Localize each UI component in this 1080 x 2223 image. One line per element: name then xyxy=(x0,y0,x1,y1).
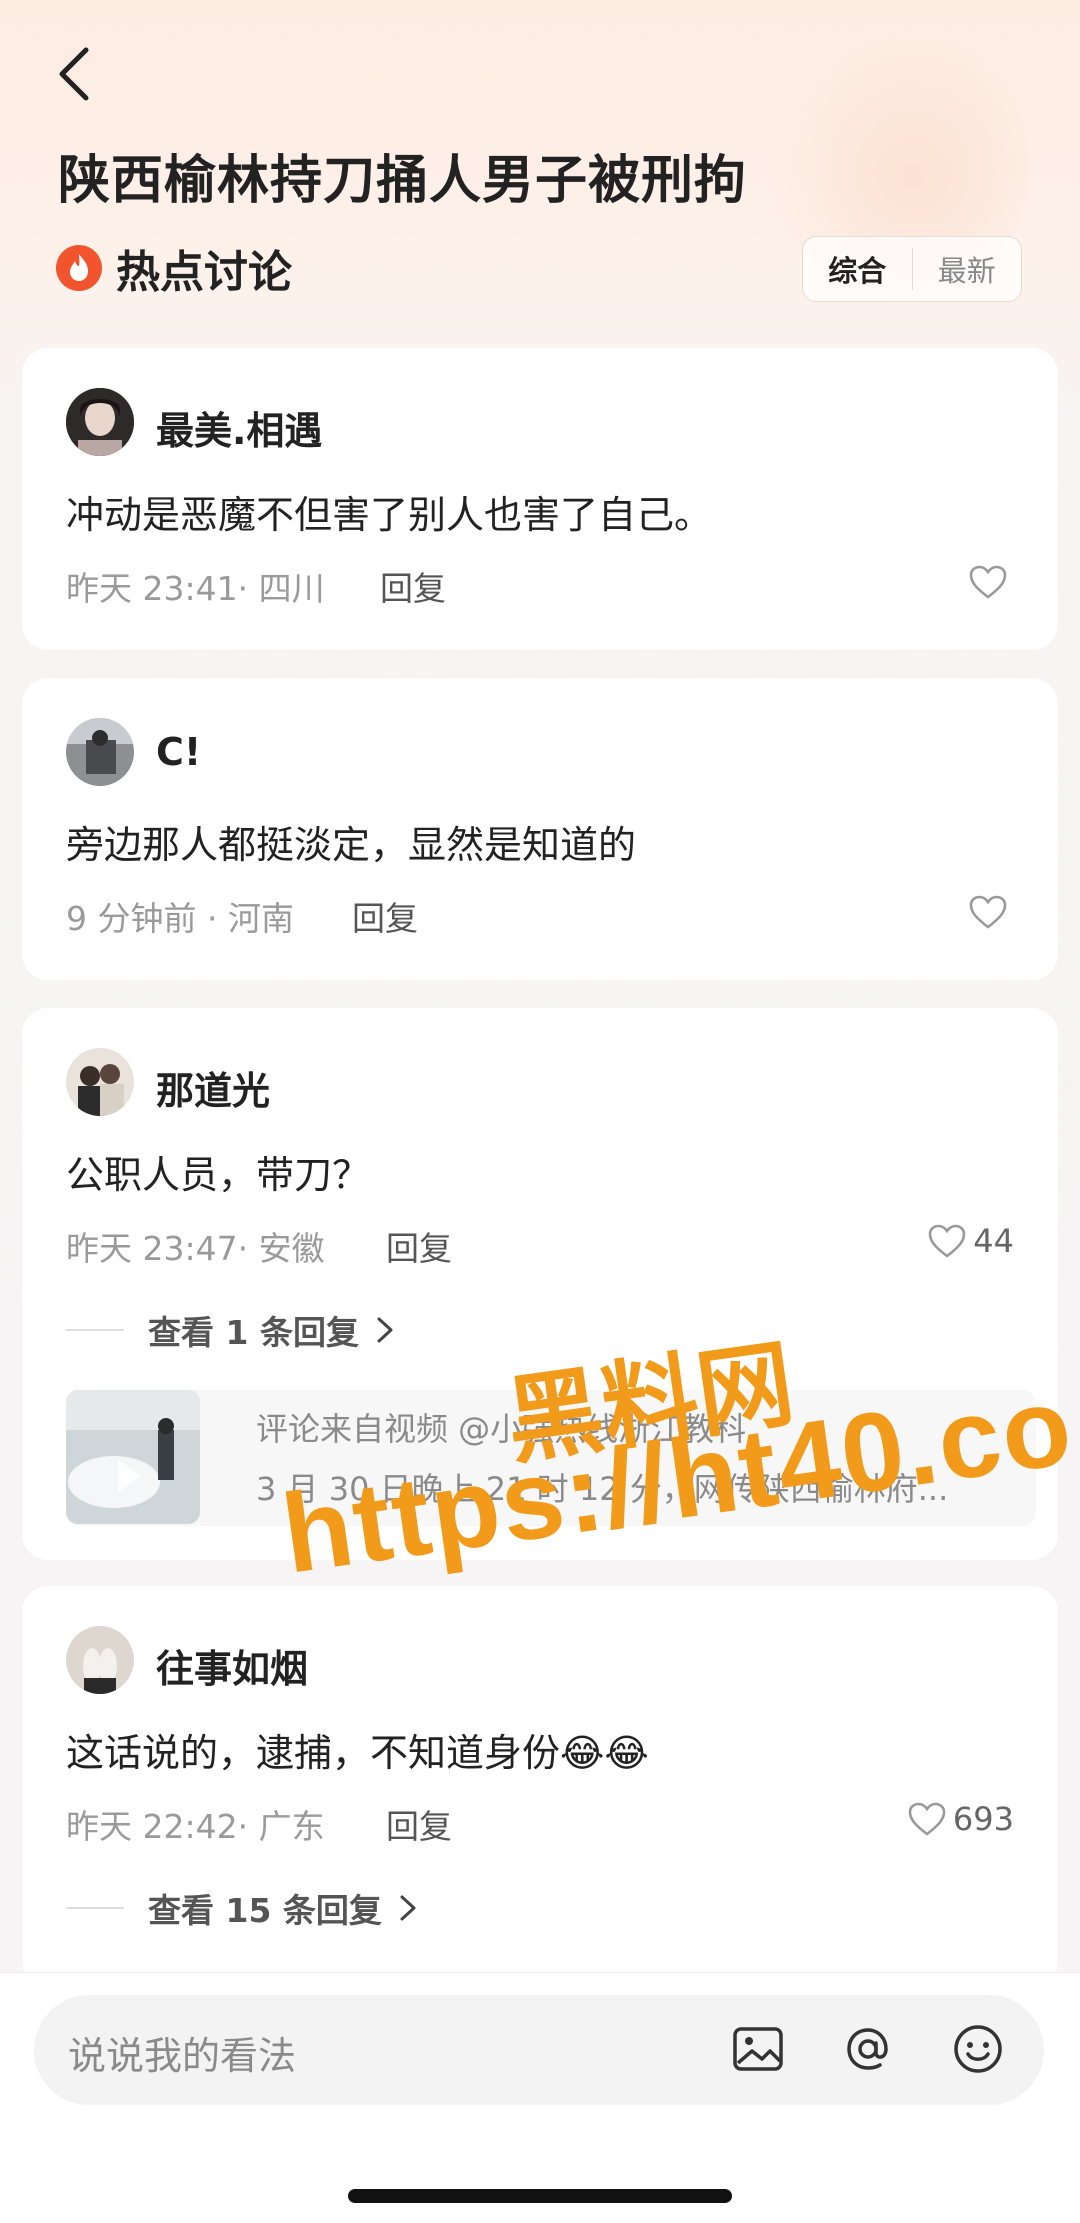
avatar[interactable] xyxy=(66,388,134,456)
home-indicator[interactable] xyxy=(348,2189,732,2203)
sort-option-comprehensive[interactable]: 综合 xyxy=(803,248,912,290)
view-replies-label: 查看 15 条回复 xyxy=(148,1891,382,1930)
view-replies-label: 查看 1 条回复 xyxy=(148,1313,359,1352)
view-replies-button[interactable]: 查看 1 条回复 xyxy=(66,1306,397,1354)
reply-button[interactable]: 回复 xyxy=(380,562,446,610)
avatar-image xyxy=(66,1048,134,1116)
reply-button[interactable]: 回复 xyxy=(352,892,418,940)
comment-meta: 昨天 23:41· 四川 xyxy=(66,569,325,608)
reply-button[interactable]: 回复 xyxy=(386,1800,452,1848)
section-header: 热点讨论 xyxy=(56,240,292,298)
comment-meta: 昨天 23:47· 安徽 xyxy=(66,1229,325,1268)
comment-username[interactable]: C! xyxy=(156,730,201,774)
comment-username[interactable]: 往事如烟 xyxy=(156,1638,308,1693)
like-button[interactable]: 693 xyxy=(907,1800,1014,1838)
heart-icon xyxy=(969,895,1007,929)
divider xyxy=(66,1907,124,1909)
heart-icon xyxy=(969,565,1007,599)
view-replies-button[interactable]: 查看 15 条回复 xyxy=(66,1884,420,1932)
chevron-right-icon xyxy=(377,1317,393,1343)
like-button[interactable]: 44 xyxy=(927,1222,1014,1260)
fire-icon xyxy=(56,245,102,291)
image-icon[interactable] xyxy=(730,2021,786,2077)
video-reference[interactable]: 评论来自视频 @小强热线浙江教科 3 月 30 日晚上 21 时 12 分，网传… xyxy=(66,1390,1036,1526)
emoji-icon[interactable] xyxy=(950,2021,1006,2077)
video-source: 评论来自视频 @小强热线浙江教科 xyxy=(256,1410,747,1448)
comment-input-placeholder: 说说我的看法 xyxy=(68,2034,297,2078)
comment-text: 旁边那人都挺淡定，显然是知道的 xyxy=(66,823,637,867)
section-label: 热点讨论 xyxy=(116,247,292,298)
comment-card: C! 旁边那人都挺淡定，显然是知道的 9 分钟前 · 河南 回复 xyxy=(22,678,1058,980)
avatar[interactable] xyxy=(66,1626,134,1694)
page-title: 陕西榆林持刀捅人男子被刑拘 xyxy=(58,151,748,211)
chevron-right-icon xyxy=(400,1895,416,1921)
avatar-image xyxy=(66,1626,134,1694)
sort-toggle: 综合 最新 xyxy=(802,236,1022,302)
heart-icon xyxy=(908,1802,946,1836)
avatar-image xyxy=(66,718,134,786)
mention-icon[interactable] xyxy=(840,2021,896,2077)
like-count: 44 xyxy=(973,1222,1014,1260)
avatar[interactable] xyxy=(66,718,134,786)
chevron-left-icon xyxy=(59,47,89,101)
sort-option-latest[interactable]: 最新 xyxy=(911,248,1022,290)
comment-card: 最美.相遇 冲动是恶魔不但害了别人也害了自己。 昨天 23:41· 四川 回复 xyxy=(22,348,1058,650)
bottom-input-bar: 说说我的看法 xyxy=(0,1972,1080,2223)
like-button[interactable] xyxy=(968,564,1014,600)
divider xyxy=(66,1329,124,1331)
video-description: 3 月 30 日晚上 21 时 12 分，网传陕西榆林府... xyxy=(256,1470,949,1508)
like-count: 693 xyxy=(952,1800,1014,1838)
comment-username[interactable]: 那道光 xyxy=(156,1060,270,1115)
comment-username[interactable]: 最美.相遇 xyxy=(156,400,322,455)
comment-text: 这话说的，逮捕，不知道身份😂😂 xyxy=(66,1731,649,1775)
comment-meta: 9 分钟前 · 河南 xyxy=(66,899,294,938)
like-button[interactable] xyxy=(968,894,1014,930)
comment-card: 往事如烟 这话说的，逮捕，不知道身份😂😂 昨天 22:42· 广东 回复 693… xyxy=(22,1586,1058,1986)
reply-button[interactable]: 回复 xyxy=(386,1222,452,1270)
comment-input[interactable]: 说说我的看法 xyxy=(34,1995,1044,2105)
comment-text: 公职人员，带刀？ xyxy=(66,1153,371,1197)
avatar[interactable] xyxy=(66,1048,134,1116)
back-button[interactable] xyxy=(52,44,102,104)
comment-text: 冲动是恶魔不但害了别人也害了自己。 xyxy=(66,493,713,537)
comment-card: 那道光 公职人员，带刀？ 昨天 23:47· 安徽 回复 44 查看 1 条回复… xyxy=(22,1008,1058,1560)
avatar-image xyxy=(66,388,134,456)
video-thumbnail xyxy=(66,1390,200,1524)
comment-meta: 昨天 22:42· 广东 xyxy=(66,1807,325,1846)
heart-icon xyxy=(928,1224,966,1258)
